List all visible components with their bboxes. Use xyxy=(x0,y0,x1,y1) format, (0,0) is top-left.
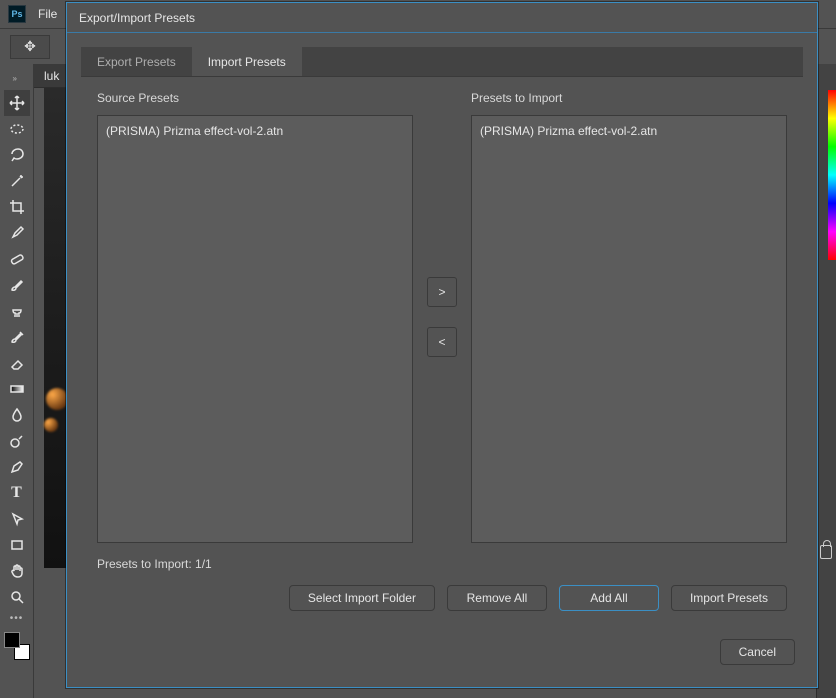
import-count-status: Presets to Import: 1/1 xyxy=(97,557,787,571)
presets-to-import-listbox[interactable]: (PRISMA) Prizma effect-vol-2.atn xyxy=(471,115,787,543)
remove-all-button[interactable]: Remove All xyxy=(447,585,547,611)
pen-tool[interactable] xyxy=(4,454,30,480)
shape-tool[interactable] xyxy=(4,532,30,558)
color-hue-strip[interactable] xyxy=(828,90,836,260)
hand-tool[interactable] xyxy=(4,558,30,584)
move-icon: ✥ xyxy=(24,38,36,55)
eraser-tool[interactable] xyxy=(4,350,30,376)
move-left-button[interactable]: < xyxy=(427,327,457,357)
import-presets-button[interactable]: Import Presets xyxy=(671,585,787,611)
dodge-tool[interactable] xyxy=(4,428,30,454)
app-logo: Ps xyxy=(8,5,26,23)
marquee-tool[interactable] xyxy=(4,116,30,142)
tab-import-presets[interactable]: Import Presets xyxy=(192,47,302,76)
move-right-button[interactable]: > xyxy=(427,277,457,307)
source-presets-listbox[interactable]: (PRISMA) Prizma effect-vol-2.atn xyxy=(97,115,413,543)
magic-wand-tool[interactable] xyxy=(4,168,30,194)
lock-icon xyxy=(820,545,832,559)
healing-brush-tool[interactable] xyxy=(4,246,30,272)
dialog-tabbar: Export Presets Import Presets xyxy=(81,47,803,77)
presets-to-import-column: Presets to Import (PRISMA) Prizma effect… xyxy=(471,91,787,543)
foreground-background-swatches[interactable] xyxy=(4,632,30,660)
blur-tool[interactable] xyxy=(4,402,30,428)
eyedropper-tool[interactable] xyxy=(4,220,30,246)
toolbox-overflow-icon[interactable]: ••• xyxy=(10,610,24,628)
brush-tool[interactable] xyxy=(4,272,30,298)
export-import-presets-dialog: Export/Import Presets Export Presets Imp… xyxy=(66,2,818,688)
foreground-color-swatch[interactable] xyxy=(4,632,20,648)
import-presets-panel: Source Presets (PRISMA) Prizma effect-vo… xyxy=(81,77,803,625)
gradient-tool[interactable] xyxy=(4,376,30,402)
panel-button-row: Select Import Folder Remove All Add All … xyxy=(97,585,787,611)
dialog-footer: Cancel xyxy=(67,639,817,687)
select-import-folder-button[interactable]: Select Import Folder xyxy=(289,585,435,611)
cancel-button[interactable]: Cancel xyxy=(720,639,795,665)
lasso-tool[interactable] xyxy=(4,142,30,168)
presets-to-import-label: Presets to Import xyxy=(471,91,787,105)
move-tool[interactable] xyxy=(4,90,30,116)
stamp-tool[interactable] xyxy=(4,298,30,324)
list-item[interactable]: (PRISMA) Prizma effect-vol-2.atn xyxy=(480,122,778,140)
dialog-title: Export/Import Presets xyxy=(67,3,817,33)
toolbox: » T ••• xyxy=(0,64,34,698)
zoom-tool[interactable] xyxy=(4,584,30,610)
menu-file[interactable]: File xyxy=(30,0,65,28)
add-all-button[interactable]: Add All xyxy=(559,585,659,611)
toolbox-flyout-icon[interactable]: » xyxy=(11,74,23,84)
type-tool[interactable]: T xyxy=(4,480,30,506)
source-presets-label: Source Presets xyxy=(97,91,413,105)
path-selection-tool[interactable] xyxy=(4,506,30,532)
transfer-buttons: > < xyxy=(427,91,457,543)
source-presets-column: Source Presets (PRISMA) Prizma effect-vo… xyxy=(97,91,413,543)
history-brush-tool[interactable] xyxy=(4,324,30,350)
crop-tool[interactable] xyxy=(4,194,30,220)
tool-preset-dropdown[interactable]: ✥ xyxy=(10,35,50,59)
document-tab[interactable]: luk xyxy=(34,64,70,87)
list-item[interactable]: (PRISMA) Prizma effect-vol-2.atn xyxy=(106,122,404,140)
tab-export-presets[interactable]: Export Presets xyxy=(81,47,192,76)
